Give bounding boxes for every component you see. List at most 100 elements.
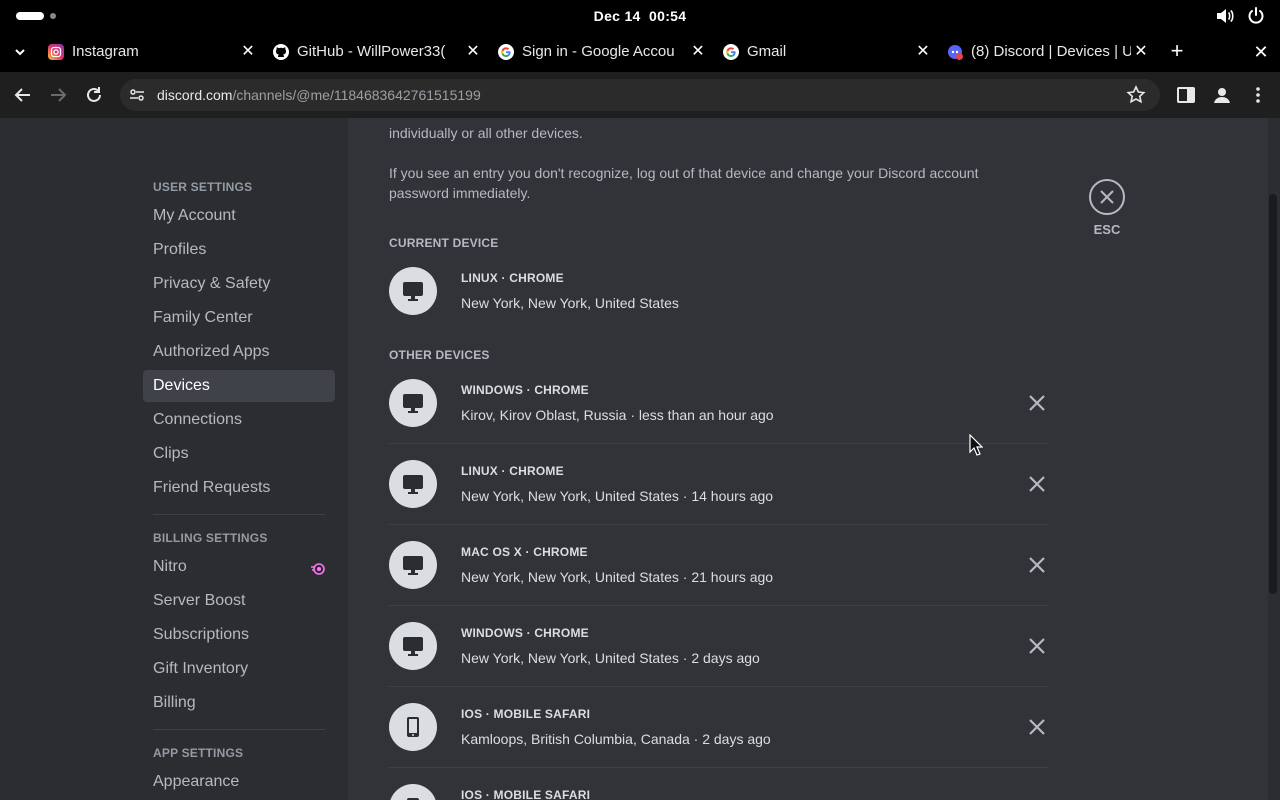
system-clock[interactable]: Dec 14 00:54 bbox=[0, 8, 1280, 24]
security-warning-text: If you see an entry you don't recognize,… bbox=[389, 165, 979, 201]
tab-close-icon[interactable]: ✕ bbox=[238, 42, 258, 62]
tab-instagram[interactable]: Instagram ✕ bbox=[48, 36, 272, 72]
desktop-icon bbox=[389, 460, 437, 508]
browser-tab-strip: Instagram ✕ GitHub - WillPower33( ✕ Sign… bbox=[0, 32, 1280, 72]
instagram-icon bbox=[48, 44, 64, 60]
desktop-icon bbox=[389, 541, 437, 589]
back-icon[interactable] bbox=[12, 84, 34, 106]
tab-close-icon[interactable]: ✕ bbox=[463, 42, 483, 62]
tab-github[interactable]: GitHub - WillPower33( ✕ bbox=[273, 36, 497, 72]
device-location: New York, New York, United States · 21 h… bbox=[461, 569, 774, 585]
tab-close-icon[interactable]: ✕ bbox=[913, 42, 933, 62]
url-text[interactable]: discord.com/channels/@me/118468364276151… bbox=[157, 87, 481, 103]
volume-icon[interactable] bbox=[1216, 8, 1234, 24]
sidebar-item-appearance[interactable]: Appearance bbox=[143, 766, 335, 798]
device-location: New York, New York, United States bbox=[461, 295, 679, 311]
mobile-phone-icon bbox=[389, 784, 437, 800]
mouse-pointer-icon bbox=[969, 434, 983, 456]
tab-gmail[interactable]: Gmail ✕ bbox=[723, 36, 947, 72]
google-icon bbox=[498, 44, 514, 60]
device-name: IOS · MOBILE SAFARI bbox=[461, 788, 591, 800]
esc-label: ESC bbox=[1093, 222, 1121, 237]
row-divider bbox=[389, 443, 1048, 444]
device-name: LINUX · CHROME bbox=[461, 464, 564, 478]
more-menu-icon[interactable] bbox=[1248, 85, 1268, 105]
sidebar-item-connections[interactable]: Connections bbox=[143, 404, 335, 436]
remove-device-close-icon[interactable] bbox=[1025, 715, 1049, 739]
mobile-phone-icon bbox=[389, 703, 437, 751]
tab-search-chevron-icon[interactable] bbox=[10, 44, 30, 60]
desktop-icon bbox=[389, 267, 437, 315]
row-divider bbox=[389, 686, 1048, 687]
system-top-bar: Dec 14 00:54 bbox=[0, 0, 1280, 32]
sidebar-item-billing[interactable]: Billing bbox=[143, 687, 335, 719]
device-name: MAC OS X · CHROME bbox=[461, 545, 588, 559]
app-settings-header: APP SETTINGS bbox=[153, 746, 244, 760]
tab-google-signin[interactable]: Sign in - Google Accou ✕ bbox=[498, 36, 722, 72]
current-device-header: CURRENT DEVICE bbox=[389, 236, 499, 250]
device-location: New York, New York, United States · 14 h… bbox=[461, 488, 774, 504]
tab-title: Gmail bbox=[747, 43, 787, 60]
profile-icon[interactable] bbox=[1212, 85, 1232, 105]
desktop-icon bbox=[389, 379, 437, 427]
sidebar-item-clips[interactable]: Clips bbox=[143, 438, 335, 470]
intro-text: individually or all other devices. bbox=[389, 125, 583, 141]
row-divider bbox=[389, 605, 1048, 606]
device-name: WINDOWS · CHROME bbox=[461, 383, 589, 397]
device-row: WINDOWS · CHROME New York, New York, Uni… bbox=[389, 622, 1048, 703]
tab-title: Sign in - Google Accou bbox=[522, 43, 675, 60]
sidebar-item-privacy-safety[interactable]: Privacy & Safety bbox=[143, 268, 335, 300]
sidebar-item-my-account[interactable]: My Account bbox=[143, 200, 335, 232]
github-icon bbox=[273, 44, 289, 60]
row-divider bbox=[389, 767, 1048, 768]
tab-close-icon[interactable]: ✕ bbox=[688, 42, 708, 62]
sidebar-divider bbox=[153, 514, 325, 515]
desktop-icon bbox=[389, 622, 437, 670]
device-row: MAC OS X · CHROME New York, New York, Un… bbox=[389, 541, 1048, 622]
sidebar-item-profiles[interactable]: Profiles bbox=[143, 234, 335, 266]
site-info-icon[interactable] bbox=[128, 86, 146, 104]
device-location: New York, New York, United States · 2 da… bbox=[461, 650, 760, 666]
new-tab-button[interactable]: + bbox=[1166, 40, 1188, 62]
sidebar-divider bbox=[153, 729, 325, 730]
scrollbar-thumb[interactable] bbox=[1269, 194, 1277, 594]
device-row: IOS · MOBILE SAFARI bbox=[389, 784, 1048, 800]
bookmark-star-icon[interactable] bbox=[1126, 85, 1146, 105]
forward-icon[interactable] bbox=[47, 84, 69, 106]
side-panel-icon[interactable] bbox=[1176, 85, 1196, 105]
billing-settings-header: BILLING SETTINGS bbox=[153, 531, 268, 545]
tab-close-icon[interactable]: ✕ bbox=[1131, 42, 1151, 62]
discord-icon bbox=[948, 45, 963, 60]
close-settings-button[interactable] bbox=[1089, 179, 1125, 215]
remove-device-close-icon[interactable] bbox=[1025, 553, 1049, 577]
tab-discord-devices[interactable]: (8) Discord | Devices | U ✕ bbox=[947, 36, 1171, 72]
remove-device-close-icon[interactable] bbox=[1025, 391, 1049, 415]
tab-title: GitHub - WillPower33( bbox=[297, 43, 446, 60]
remove-device-close-icon[interactable] bbox=[1025, 472, 1049, 496]
current-device-row: LINUX · CHROME New York, New York, Unite… bbox=[389, 267, 1048, 348]
power-icon[interactable] bbox=[1247, 7, 1265, 25]
row-divider bbox=[389, 524, 1048, 525]
other-devices-header: OTHER DEVICES bbox=[389, 348, 490, 362]
device-name: WINDOWS · CHROME bbox=[461, 626, 589, 640]
sidebar-item-friend-requests[interactable]: Friend Requests bbox=[143, 472, 335, 504]
device-row: WINDOWS · CHROME Kirov, Kirov Oblast, Ru… bbox=[389, 379, 1048, 460]
device-name: LINUX · CHROME bbox=[461, 271, 564, 285]
remove-device-close-icon[interactable] bbox=[1025, 634, 1049, 658]
sidebar-item-subscriptions[interactable]: Subscriptions bbox=[143, 619, 335, 651]
device-name: IOS · MOBILE SAFARI bbox=[461, 707, 591, 721]
nitro-icon bbox=[311, 563, 325, 575]
device-row: LINUX · CHROME New York, New York, Unite… bbox=[389, 460, 1048, 541]
sidebar-item-server-boost[interactable]: Server Boost bbox=[143, 585, 335, 617]
window-close-button[interactable]: ✕ bbox=[1250, 41, 1272, 63]
tab-title: Instagram bbox=[72, 43, 139, 60]
sidebar-item-gift-inventory[interactable]: Gift Inventory bbox=[143, 653, 335, 685]
sidebar-item-nitro[interactable]: Nitro bbox=[143, 551, 335, 583]
sidebar-item-authorized-apps[interactable]: Authorized Apps bbox=[143, 336, 335, 368]
tab-title: (8) Discord | Devices | U bbox=[971, 43, 1131, 60]
reload-icon[interactable] bbox=[83, 84, 105, 106]
sidebar-item-family-center[interactable]: Family Center bbox=[143, 302, 335, 334]
sidebar-item-devices[interactable]: Devices bbox=[143, 370, 335, 402]
device-row: IOS · MOBILE SAFARI Kamloops, British Co… bbox=[389, 703, 1048, 784]
device-location: Kirov, Kirov Oblast, Russia · less than … bbox=[461, 407, 774, 423]
